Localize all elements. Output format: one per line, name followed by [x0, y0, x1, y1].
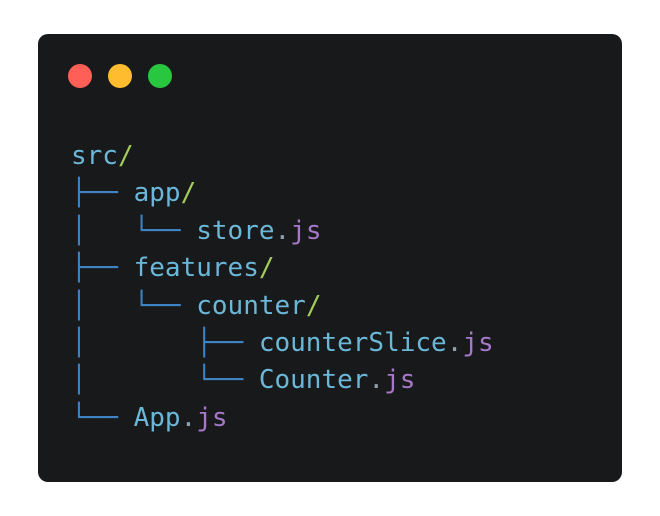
window-controls: [68, 64, 172, 88]
tree-line-counter: │ └── counter/: [71, 288, 494, 325]
file-extension: js: [196, 402, 228, 433]
tree-branch: │ └──: [71, 290, 197, 321]
dir-slash: /: [180, 178, 197, 209]
tree-branch: │ ├──: [71, 327, 259, 358]
tree-branch: └──: [71, 402, 134, 433]
file-name: App: [133, 402, 181, 433]
tree-line-app-js: └── App.js: [71, 400, 494, 437]
tree-line-counterslice: │ ├── counterSlice.js: [71, 325, 494, 362]
file-dot: .: [368, 365, 385, 396]
tree-branch: ├──: [71, 178, 134, 209]
tree-branch: │ └──: [71, 365, 259, 396]
code-window: src/├── app/│ └── store.js ├── features/│…: [38, 34, 622, 482]
file-name: store: [196, 215, 275, 246]
dir-name: src: [71, 141, 118, 171]
dir-slash: /: [117, 141, 134, 171]
file-name: counterSlice: [258, 327, 447, 358]
tree-line-app: ├── app/: [71, 175, 494, 212]
file-extension: js: [384, 365, 416, 396]
tree-line-features: ├── features/: [71, 250, 494, 287]
file-dot: .: [274, 215, 291, 246]
tree-branch: ├──: [71, 253, 134, 284]
dir-name: app: [133, 178, 181, 209]
tree-branch: │ └──: [71, 215, 197, 246]
tree-line-counter-js: │ └── Counter.js: [71, 362, 494, 399]
file-dot: .: [446, 327, 463, 358]
file-name: Counter: [258, 365, 369, 396]
dir-name: counter: [196, 290, 306, 321]
dir-slash: /: [258, 253, 275, 284]
file-extension: js: [290, 215, 322, 246]
tree-line-src: src/: [71, 138, 494, 175]
maximize-dot-icon[interactable]: [148, 64, 172, 88]
dir-slash: /: [305, 290, 322, 321]
tree-line-store: │ └── store.js: [71, 213, 494, 250]
close-dot-icon[interactable]: [68, 64, 92, 88]
file-dot: .: [180, 402, 197, 433]
minimize-dot-icon[interactable]: [108, 64, 132, 88]
file-tree: src/├── app/│ └── store.js ├── features/│…: [71, 138, 494, 437]
dir-name: features: [133, 253, 259, 284]
file-extension: js: [462, 327, 494, 358]
